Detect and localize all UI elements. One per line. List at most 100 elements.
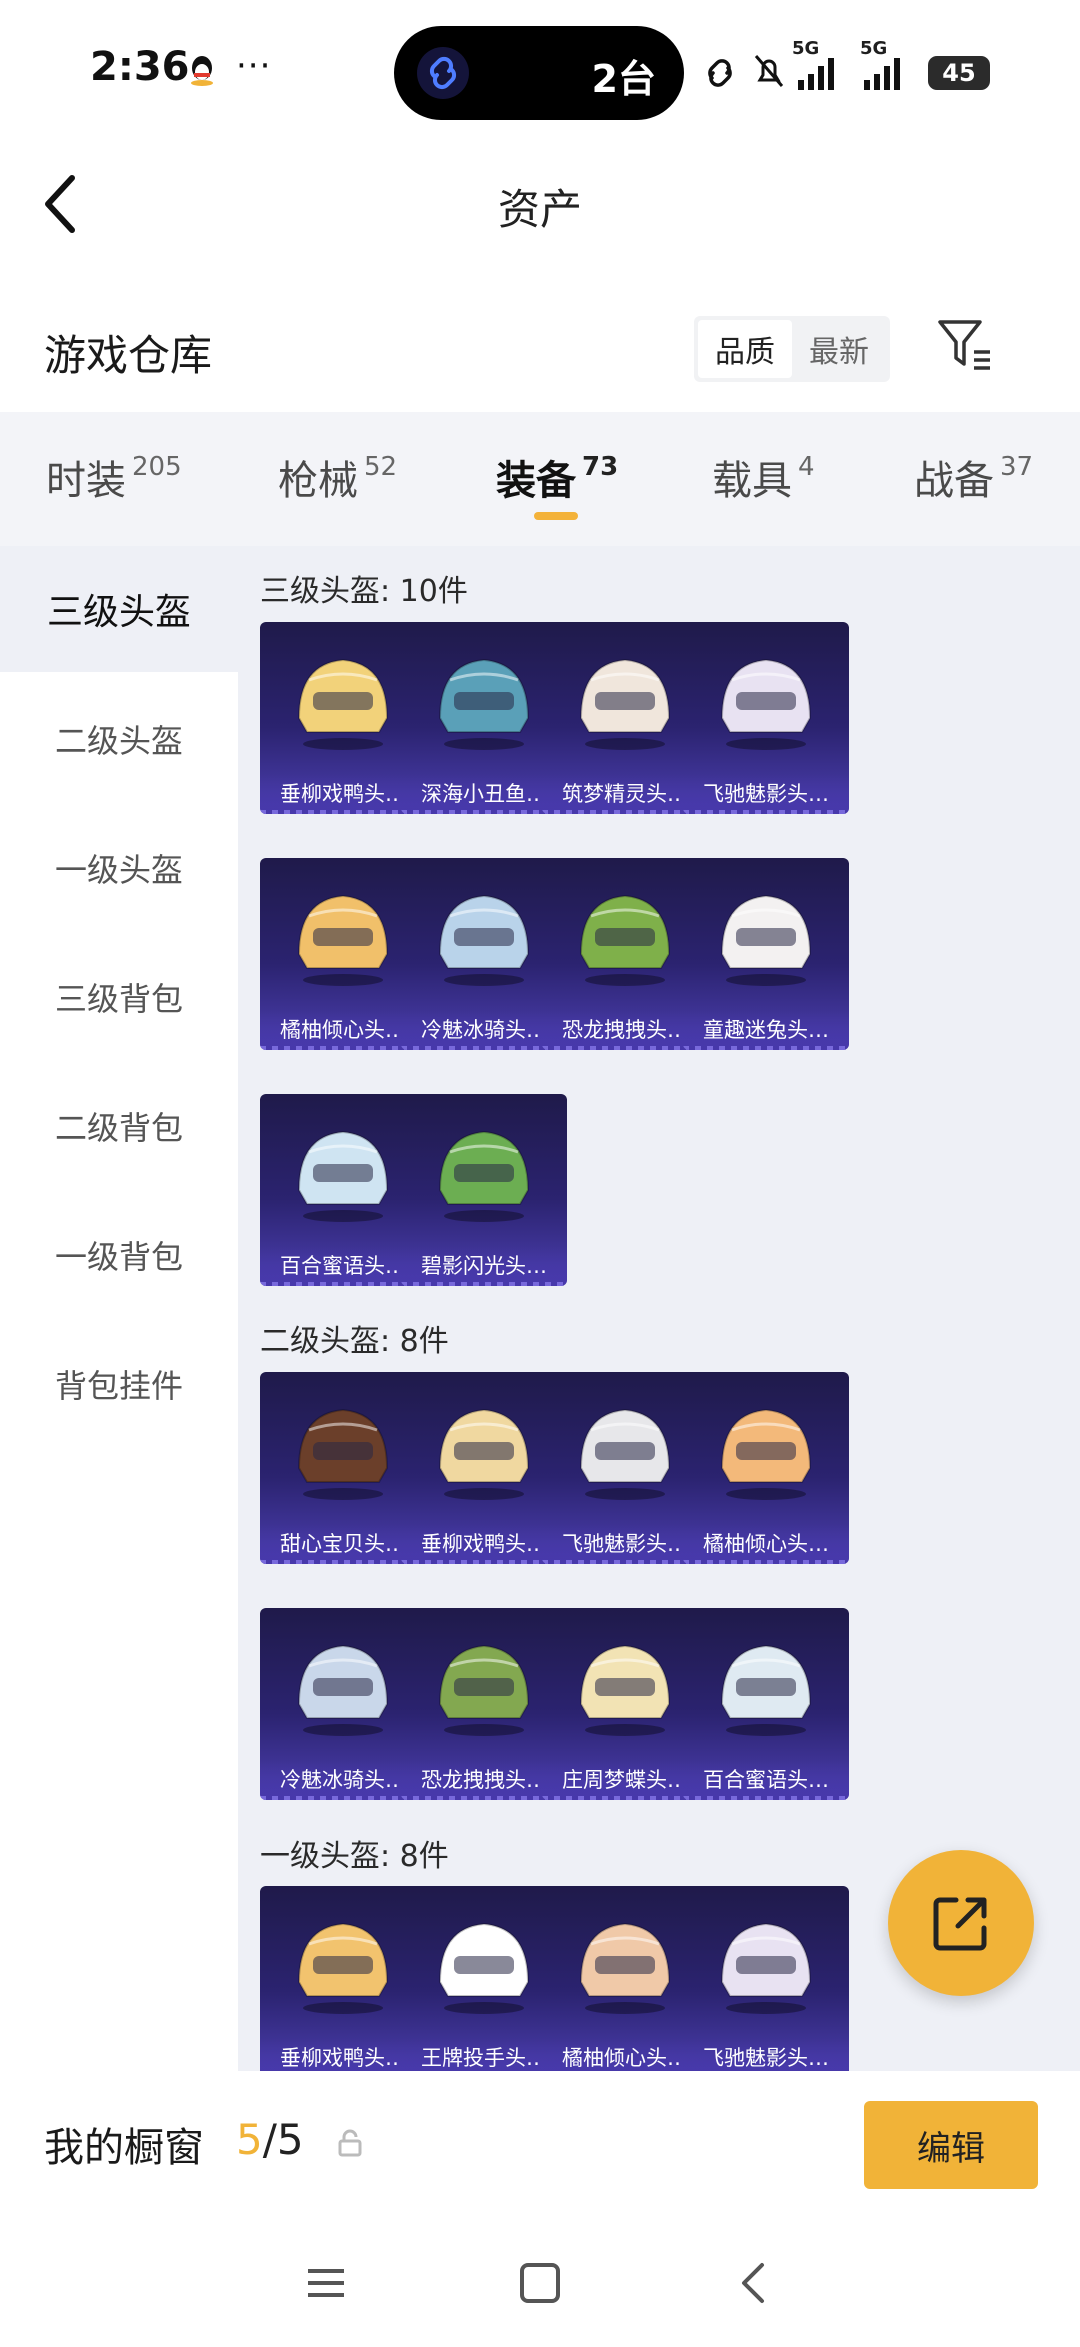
helmet-icon <box>579 894 671 986</box>
helmet-icon <box>297 1922 389 2014</box>
edit-button[interactable]: 编辑 <box>864 2101 1038 2189</box>
filter-icon[interactable] <box>936 316 994 374</box>
helmet-icon <box>297 1644 389 1736</box>
dynamic-island[interactable]: 2台 <box>394 26 684 120</box>
helmet-icon <box>297 1130 389 1222</box>
item-card[interactable]: 飞驰魅影头… <box>683 622 849 814</box>
helmet-icon <box>720 1644 812 1736</box>
active-tab-indicator <box>534 512 578 520</box>
tab-label: 装备 <box>496 458 576 504</box>
helmet-icon <box>438 894 530 986</box>
island-text: 2台 <box>591 57 656 101</box>
page-title: 资产 <box>497 185 582 234</box>
tab-supplies[interactable]: 战备 37 <box>914 448 1033 506</box>
helmet-icon <box>297 1408 389 1500</box>
showcase-count-total: /5 <box>262 2115 304 2164</box>
lock-icon <box>338 2129 362 2157</box>
status-time: 2:36 <box>90 44 190 90</box>
item-grid-panel: 三级头盔: 10件 垂柳戏鸭头… 深海小丑鱼… 筑梦精灵头… 飞驰魅影头… 橘柚倾心头…… <box>238 546 1080 2071</box>
sidebar-item-level2-helmet[interactable]: 二级头盔 <box>0 676 238 802</box>
tab-count: 205 <box>132 452 182 482</box>
item-card[interactable]: 百合蜜语头… <box>683 1608 849 1800</box>
tab-vehicles[interactable]: 载具 4 <box>712 448 815 506</box>
share-button[interactable] <box>888 1850 1034 1996</box>
item-name: 飞驰魅影头… <box>683 2038 849 2071</box>
item-card[interactable]: 飞驰魅影头… <box>683 1886 849 2071</box>
card-divider <box>401 1282 567 1286</box>
sort-toggle: 品质 最新 <box>694 316 890 382</box>
signal-icon <box>798 58 834 90</box>
sort-quality-option[interactable]: 品质 <box>698 320 792 378</box>
tab-count: 73 <box>582 452 619 482</box>
item-card[interactable]: 碧影闪光头… <box>401 1094 567 1286</box>
card-divider <box>683 1560 849 1564</box>
item-name: 橘柚倾心头… <box>683 1524 849 1564</box>
sidebar-item-backpack-charm[interactable]: 背包挂件 <box>0 1321 238 1447</box>
tab-count: 52 <box>364 452 398 482</box>
tab-label: 枪械 <box>278 458 358 504</box>
share-icon <box>933 1897 987 1951</box>
helmet-icon <box>438 1922 530 2014</box>
system-nav-bar <box>0 2221 1080 2347</box>
helmet-icon <box>438 1408 530 1500</box>
warehouse-title: 游戏仓库 <box>44 331 213 380</box>
helmet-icon <box>438 1644 530 1736</box>
qq-icon <box>191 56 213 86</box>
sidebar-item-level3-helmet[interactable]: 三级头盔 <box>0 546 238 672</box>
item-name: 飞驰魅影头… <box>683 774 849 814</box>
sidebar-item-level1-helmet[interactable]: 一级头盔 <box>0 805 238 931</box>
tab-equipment[interactable]: 装备 73 <box>496 448 618 506</box>
tab-fashion[interactable]: 时装 205 <box>46 448 182 506</box>
showcase-bar: 我的橱窗 5/5 编辑 <box>0 2071 1080 2221</box>
home-icon[interactable] <box>512 2255 568 2311</box>
status-bar: 2:36 ··· 2台 5G 5G 45 <box>0 0 1080 140</box>
helmet-icon <box>579 1922 671 2014</box>
helmet-icon <box>438 1130 530 1222</box>
showcase-count-current: 5 <box>236 2115 263 2164</box>
tab-label: 载具 <box>712 458 792 504</box>
sidebar-item-level3-backpack[interactable]: 三级背包 <box>0 934 238 1060</box>
showcase-count: 5/5 <box>236 2115 304 2164</box>
signal-icon <box>864 58 900 90</box>
system-icons: 5G 5G 45 <box>700 38 1000 96</box>
helmet-icon <box>579 658 671 750</box>
battery-icon: 45 <box>928 56 990 90</box>
link-icon <box>417 47 469 99</box>
section-title: 二级头盔: 8件 <box>260 1324 449 1359</box>
item-name: 百合蜜语头… <box>683 1760 849 1800</box>
more-dots: ··· <box>236 46 272 86</box>
network-5g-label: 5G <box>792 38 820 59</box>
sort-latest-option[interactable]: 最新 <box>792 320 886 378</box>
helmet-icon <box>720 894 812 986</box>
link-icon <box>708 59 732 87</box>
helmet-icon <box>720 1922 812 2014</box>
item-name: 碧影闪光头… <box>401 1246 567 1286</box>
sidebar: 三级头盔 二级头盔 一级头盔 三级背包 二级背包 一级背包 背包挂件 <box>0 546 238 2071</box>
item-card[interactable]: 童趣迷兔头… <box>683 858 849 1050</box>
item-name: 童趣迷兔头… <box>683 1010 849 1050</box>
item-card[interactable]: 橘柚倾心头… <box>683 1372 849 1564</box>
helmet-icon <box>579 1644 671 1736</box>
helmet-icon <box>297 658 389 750</box>
sidebar-item-level1-backpack[interactable]: 一级背包 <box>0 1192 238 1318</box>
my-showcase-label: 我的橱窗 <box>44 2125 204 2171</box>
card-divider <box>683 810 849 814</box>
helmet-icon <box>579 1408 671 1500</box>
section-title: 一级头盔: 8件 <box>260 1839 449 1874</box>
tab-firearms[interactable]: 枪械 52 <box>278 448 397 506</box>
tab-count: 4 <box>798 452 815 482</box>
back-nav-icon[interactable] <box>726 2255 782 2311</box>
tab-label: 时装 <box>46 458 126 504</box>
section-title: 三级头盔: 10件 <box>260 574 468 609</box>
network-5g-label: 5G <box>860 38 888 59</box>
card-divider <box>683 1046 849 1050</box>
sidebar-item-level2-backpack[interactable]: 二级背包 <box>0 1063 238 1189</box>
menu-icon[interactable] <box>298 2255 354 2311</box>
helmet-icon <box>720 1408 812 1500</box>
tab-count: 37 <box>1000 452 1034 482</box>
mute-bell-icon <box>754 55 784 87</box>
helmet-icon <box>720 658 812 750</box>
tab-label: 战备 <box>914 458 994 504</box>
category-tabs: 时装 205 枪械 52 装备 73 载具 4 战备 37 <box>0 412 1080 546</box>
helmet-icon <box>438 658 530 750</box>
